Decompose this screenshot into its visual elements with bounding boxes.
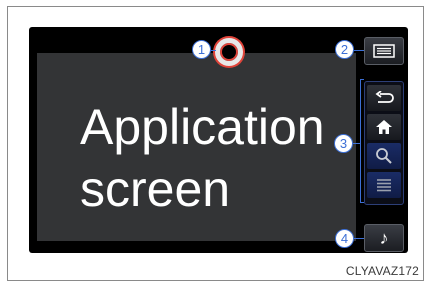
- menu-icon: [373, 44, 395, 58]
- callout-4: 4: [335, 229, 354, 248]
- application-screen-label: Application screen: [80, 96, 325, 220]
- music-note-icon: ♪: [379, 227, 389, 248]
- audio-button[interactable]: ♪: [364, 224, 404, 252]
- callout-3-bracket: [360, 79, 364, 203]
- callout-1: 1: [192, 40, 211, 59]
- navigation-button-group: [364, 81, 404, 205]
- home-icon: [376, 120, 392, 134]
- back-button[interactable]: [367, 85, 401, 111]
- search-button[interactable]: [367, 143, 401, 169]
- callout-3: 3: [334, 134, 353, 153]
- list-icon: [377, 179, 391, 192]
- callout-2: 2: [335, 40, 354, 59]
- callout-2-leader: [354, 50, 364, 51]
- image-code: CLYAVAZ172: [345, 264, 419, 278]
- list-button[interactable]: [367, 172, 401, 198]
- home-button[interactable]: [367, 114, 401, 140]
- application-label-line1: Application: [80, 99, 325, 155]
- application-label-line2: screen: [80, 161, 231, 217]
- menu-button[interactable]: [364, 37, 404, 65]
- callout-1-leader: [211, 50, 216, 51]
- callout-4-leader: [354, 238, 364, 239]
- status-indicator-icon: [215, 38, 243, 66]
- back-arrow-icon: [375, 91, 394, 103]
- search-icon: [376, 148, 392, 164]
